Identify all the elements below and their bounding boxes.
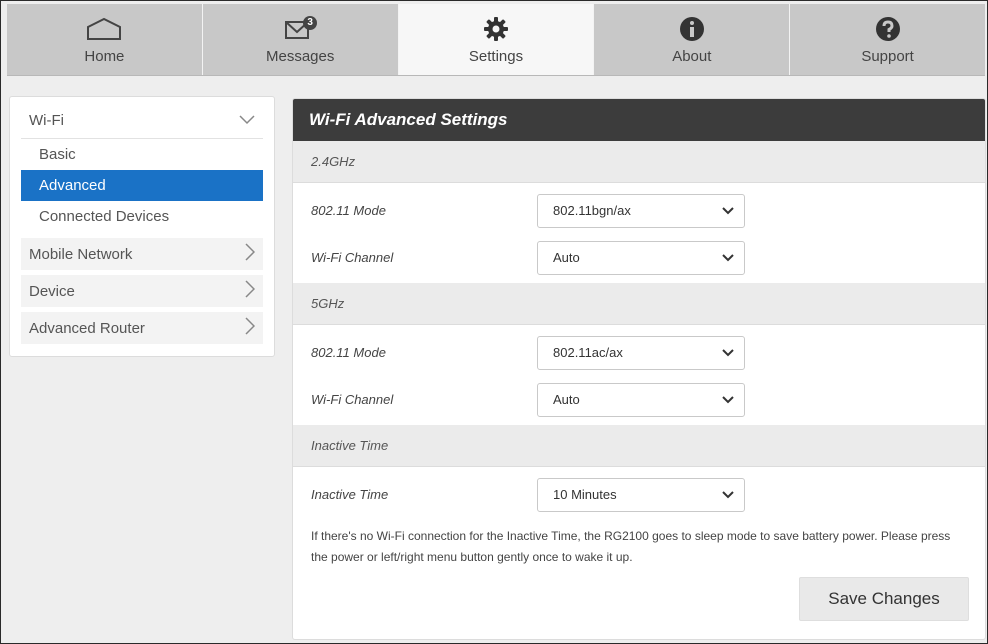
- tab-support[interactable]: Support: [790, 4, 985, 75]
- help-icon: [875, 16, 901, 42]
- sidebar-item-advanced-router-label: Advanced Router: [29, 319, 145, 337]
- label-inactive-time: Inactive Time: [311, 487, 389, 502]
- section-inactive-heading: Inactive Time: [293, 425, 985, 467]
- settings-panel: Wi-Fi Advanced Settings 2.4GHz 802.11 Mo…: [292, 98, 986, 640]
- save-changes-button[interactable]: Save Changes: [799, 577, 969, 621]
- row-5-mode: 802.11 Mode 802.11ac/ax: [293, 329, 985, 376]
- select-inactive-time-value: 10 Minutes: [553, 487, 617, 502]
- select-24-channel[interactable]: Auto: [537, 240, 745, 275]
- row-inactive-time: Inactive Time 10 Minutes: [293, 471, 985, 518]
- tab-messages[interactable]: 3 Messages: [203, 4, 399, 75]
- section-5ghz-heading: 5GHz: [293, 283, 985, 325]
- tab-about-label: About: [672, 48, 712, 65]
- tab-messages-label: Messages: [266, 48, 335, 65]
- tab-home-label: Home: [84, 48, 125, 65]
- select-5-mode[interactable]: 802.11ac/ax: [537, 335, 745, 370]
- sidebar-item-device[interactable]: Device: [21, 275, 263, 307]
- tab-support-label: Support: [861, 48, 914, 65]
- sidebar-item-advanced-router[interactable]: Advanced Router: [21, 312, 263, 344]
- select-24-channel-value: Auto: [553, 250, 580, 265]
- gear-icon: [483, 16, 509, 42]
- envelope-icon: 3: [280, 16, 320, 42]
- tab-about[interactable]: About: [594, 4, 791, 75]
- sidebar-subitem-connected-devices[interactable]: Connected Devices: [21, 201, 263, 232]
- chevron-down-icon: [239, 112, 255, 129]
- chevron-down-icon: [722, 345, 734, 360]
- page-title: Wi-Fi Advanced Settings: [293, 99, 985, 141]
- tab-settings[interactable]: Settings: [398, 4, 595, 75]
- inactive-time-note: If there's no Wi-Fi connection for the I…: [311, 529, 951, 564]
- sidebar-item-wifi[interactable]: Wi-Fi: [21, 103, 263, 139]
- label-24-mode: 802.11 Mode: [311, 203, 386, 218]
- select-inactive-time[interactable]: 10 Minutes: [537, 477, 745, 512]
- tab-settings-label: Settings: [468, 48, 524, 65]
- chevron-right-icon: [245, 317, 256, 339]
- sidebar: Wi-Fi Basic Advanced Connected Devices M…: [9, 96, 275, 357]
- sidebar-item-mobile-network[interactable]: Mobile Network: [21, 238, 263, 270]
- row-5-channel: Wi-Fi Channel Auto: [293, 376, 985, 423]
- row-24-channel: Wi-Fi Channel Auto: [293, 234, 985, 281]
- label-5-mode: 802.11 Mode: [311, 345, 386, 360]
- chevron-right-icon: [245, 280, 256, 302]
- sidebar-subitem-advanced[interactable]: Advanced: [21, 170, 263, 201]
- chevron-down-icon: [722, 203, 734, 218]
- chevron-down-icon: [722, 392, 734, 407]
- select-5-channel-value: Auto: [553, 392, 580, 407]
- sidebar-item-wifi-label: Wi-Fi: [29, 112, 64, 129]
- select-5-mode-value: 802.11ac/ax: [553, 345, 623, 360]
- chevron-down-icon: [722, 487, 734, 502]
- row-24-mode: 802.11 Mode 802.11bgn/ax: [293, 187, 985, 234]
- wifi-submenu: Basic Advanced Connected Devices: [21, 139, 263, 232]
- info-icon: [679, 16, 705, 42]
- chevron-right-icon: [245, 243, 256, 265]
- sidebar-item-device-label: Device: [29, 282, 75, 300]
- select-24-mode-value: 802.11bgn/ax: [553, 203, 631, 218]
- top-nav: Home 3 Messages Settings About Support: [7, 4, 985, 76]
- label-24-channel: Wi-Fi Channel: [311, 250, 394, 265]
- label-5-channel: Wi-Fi Channel: [311, 392, 394, 407]
- message-count-badge: 3: [307, 17, 313, 28]
- sidebar-item-mobile-network-label: Mobile Network: [29, 245, 133, 263]
- tab-home[interactable]: Home: [7, 4, 203, 75]
- select-5-channel[interactable]: Auto: [537, 382, 745, 417]
- sidebar-subitem-basic[interactable]: Basic: [21, 139, 263, 170]
- select-24-mode[interactable]: 802.11bgn/ax: [537, 193, 745, 228]
- chevron-down-icon: [722, 250, 734, 265]
- section-2-4ghz-heading: 2.4GHz: [293, 141, 985, 183]
- home-icon: [86, 16, 122, 42]
